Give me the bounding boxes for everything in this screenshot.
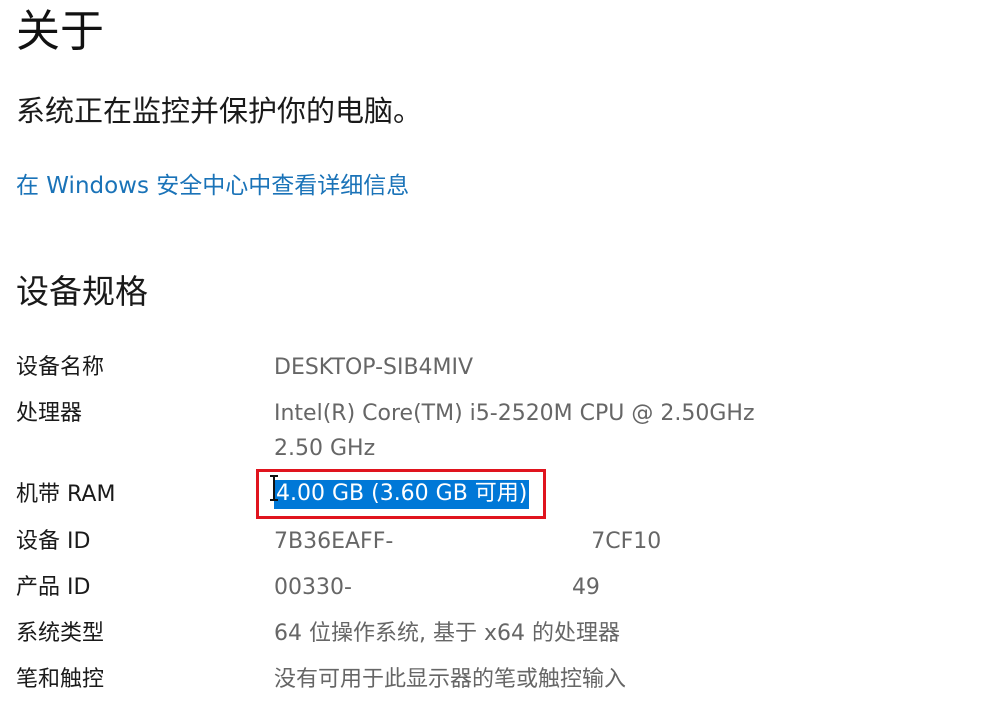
security-center-link[interactable]: 在 Windows 安全中心中查看详细信息	[16, 168, 409, 204]
device-id-redacted	[393, 529, 591, 554]
spec-label-processor: 处理器	[16, 401, 83, 426]
spec-value-pen-touch[interactable]: 没有可用于此显示器的笔或触控输入	[274, 664, 626, 696]
spec-label-pen-touch: 笔和触控	[16, 667, 105, 692]
spec-label-ram: 机带 RAM	[16, 482, 116, 507]
spec-value-product-id[interactable]: 00330- 49	[274, 572, 600, 604]
about-page: 关于 系统正在监控并保护你的电脑。 在 Windows 安全中心中查看详细信息 …	[0, 0, 1004, 726]
security-status-text: 系统正在监控并保护你的电脑。	[16, 94, 423, 128]
spec-label-system-type: 系统类型	[16, 621, 105, 646]
device-id-end: 7CF10	[591, 529, 662, 554]
text-cursor-icon	[270, 475, 278, 501]
spec-value-device-name[interactable]: DESKTOP-SIB4MIV	[274, 352, 473, 384]
spec-value-processor[interactable]: Intel(R) Core(TM) i5-2520M CPU @ 2.50GHz	[274, 398, 755, 430]
product-id-end: 49	[571, 575, 600, 600]
device-id-start: 7B36EAFF-	[274, 529, 394, 554]
spec-value-device-id[interactable]: 7B36EAFF- 7CF10	[274, 526, 661, 558]
spec-label-device-name: 设备名称	[16, 355, 105, 380]
spec-label-device-id: 设备 ID	[16, 529, 91, 554]
product-id-start: 00330-	[274, 575, 352, 600]
spec-value-system-type[interactable]: 64 位操作系统, 基于 x64 的处理器	[274, 618, 620, 650]
page-title: 关于	[16, 6, 104, 57]
spec-value-processor-speed[interactable]: 2.50 GHz	[274, 433, 375, 465]
product-id-redacted	[352, 575, 572, 600]
ram-selection-highlight[interactable]: 4.00 GB (3.60 GB 可用)	[274, 480, 530, 509]
device-specs-heading: 设备规格	[16, 272, 148, 311]
spec-label-product-id: 产品 ID	[16, 575, 91, 600]
spec-value-ram[interactable]: 4.00 GB (3.60 GB 可用)	[274, 478, 530, 510]
